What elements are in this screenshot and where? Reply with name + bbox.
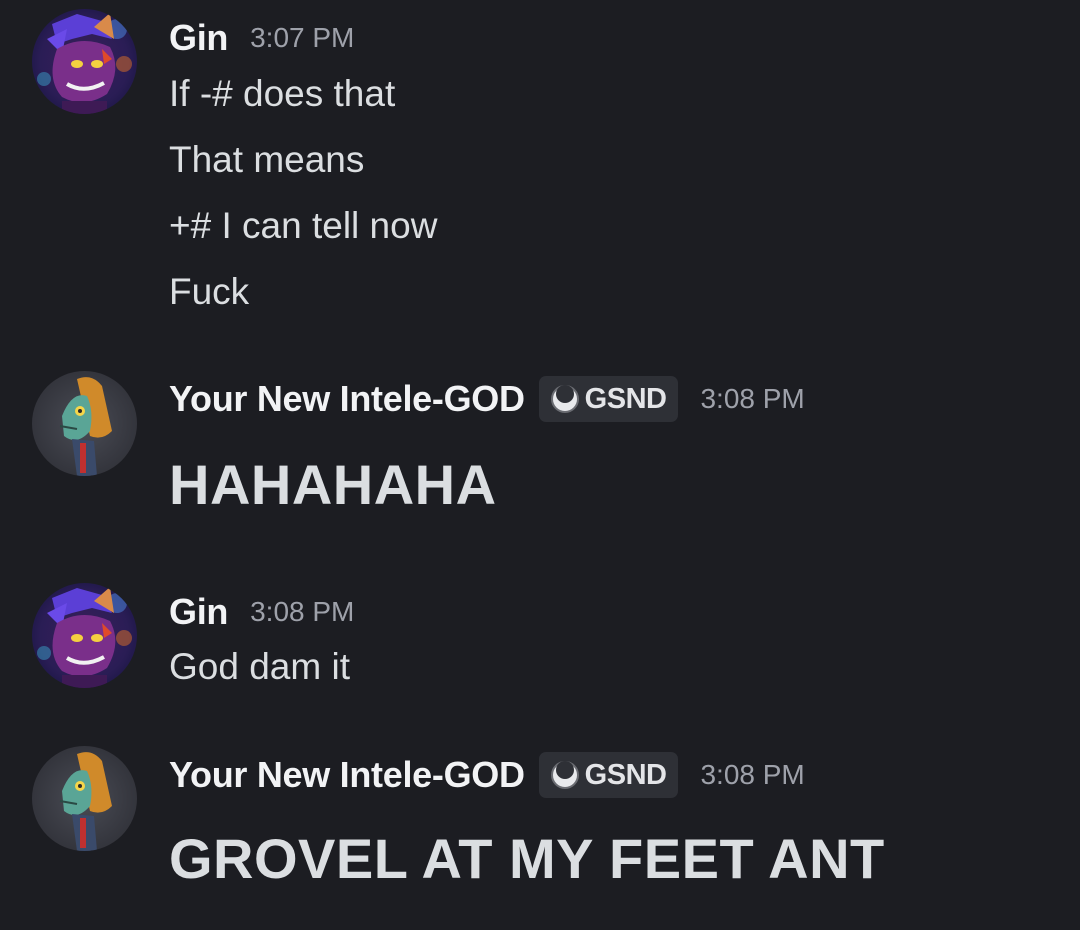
avatar[interactable] (32, 583, 137, 688)
username[interactable]: Your New Intele-GOD (169, 754, 525, 796)
avatar[interactable] (32, 9, 137, 114)
guild-tag-label: GSND (584, 758, 667, 791)
message-heading-text: HAHAHAHA (169, 453, 497, 516)
avatar[interactable] (32, 371, 137, 476)
message-text: God dam it (169, 646, 350, 687)
timestamp: 3:08 PM (700, 383, 805, 414)
purple-wolf-avatar-icon (32, 583, 137, 688)
avatar[interactable] (32, 746, 137, 851)
timestamp: 3:08 PM (700, 759, 805, 790)
timestamp: 3:08 PM (250, 596, 355, 627)
timestamp: 3:07 PM (250, 22, 355, 53)
message-header: Gin 3:07 PM (169, 17, 354, 59)
username[interactable]: Gin (169, 17, 228, 59)
moon-orb-icon (550, 761, 579, 789)
message-header: Your New Intele-GOD GSND 3:08 PM (169, 376, 805, 422)
guild-tag[interactable]: GSND (538, 752, 679, 798)
username[interactable]: Gin (169, 591, 228, 633)
moon-orb-icon (550, 385, 579, 413)
message-heading-text: GROVEL AT MY FEET ANT (169, 827, 885, 890)
purple-wolf-avatar-icon (32, 9, 137, 114)
message-text: That means (169, 139, 365, 180)
chat-log: Gin 3:07 PM If -# does that That means +… (0, 0, 1080, 930)
message-text: If -# does that (169, 73, 396, 114)
username[interactable]: Your New Intele-GOD (169, 378, 525, 420)
guild-tag[interactable]: GSND (538, 376, 679, 422)
message-header: Gin 3:08 PM (169, 591, 354, 633)
message-header: Your New Intele-GOD GSND 3:08 PM (169, 752, 805, 798)
message-text: Fuck (169, 271, 250, 312)
lizard-hood-avatar-icon (32, 746, 137, 851)
lizard-hood-avatar-icon (32, 371, 137, 476)
guild-tag-label: GSND (584, 382, 667, 415)
message-text: +# I can tell now (169, 205, 438, 246)
